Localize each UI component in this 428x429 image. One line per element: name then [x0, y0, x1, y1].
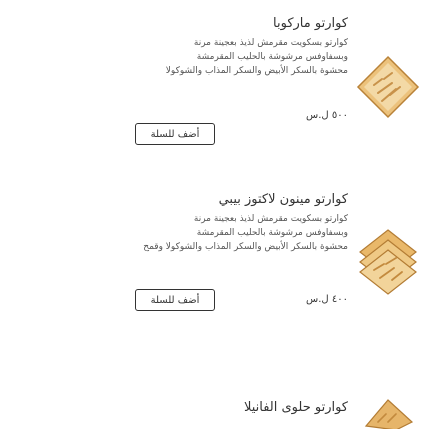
biscuit-stack-image-icon	[359, 229, 417, 295]
product-title: كوارتو مينون لاكتوز بيبي	[218, 192, 348, 207]
biscuit-image-icon	[364, 399, 414, 429]
product-image[interactable]	[356, 226, 420, 298]
biscuit-image-icon	[356, 55, 420, 119]
product-card[interactable]: كوارتو حلوى الفانيلا	[0, 392, 428, 429]
product-price: ٤٠٠ ل.س	[306, 294, 348, 305]
product-price: ٥٠٠ ل.س	[306, 110, 348, 121]
add-to-cart-button[interactable]: أضف للسلة	[135, 289, 215, 311]
product-title: كوارتو حلوى الفانيلا	[243, 400, 348, 415]
add-to-cart-button[interactable]: أضف للسلة	[135, 123, 215, 145]
product-image[interactable]	[356, 392, 420, 429]
product-card[interactable]: كوارتو مينون لاكتوز بيبي كوارتو بسكويت م…	[0, 192, 428, 366]
product-card[interactable]: كوارتو ماركوبا كوارتو بسكويت مقرمش لذيذ …	[0, 0, 428, 160]
product-description: كوارتو بسكويت مقرمش لذيذ بعجينة مرنة وبس…	[165, 38, 348, 76]
product-title: كوارتو ماركوبا	[273, 16, 348, 31]
product-image[interactable]	[356, 55, 420, 119]
product-description: كوارتو بسكويت مقرمش لذيذ بعجينة مرنة وبس…	[143, 214, 348, 252]
